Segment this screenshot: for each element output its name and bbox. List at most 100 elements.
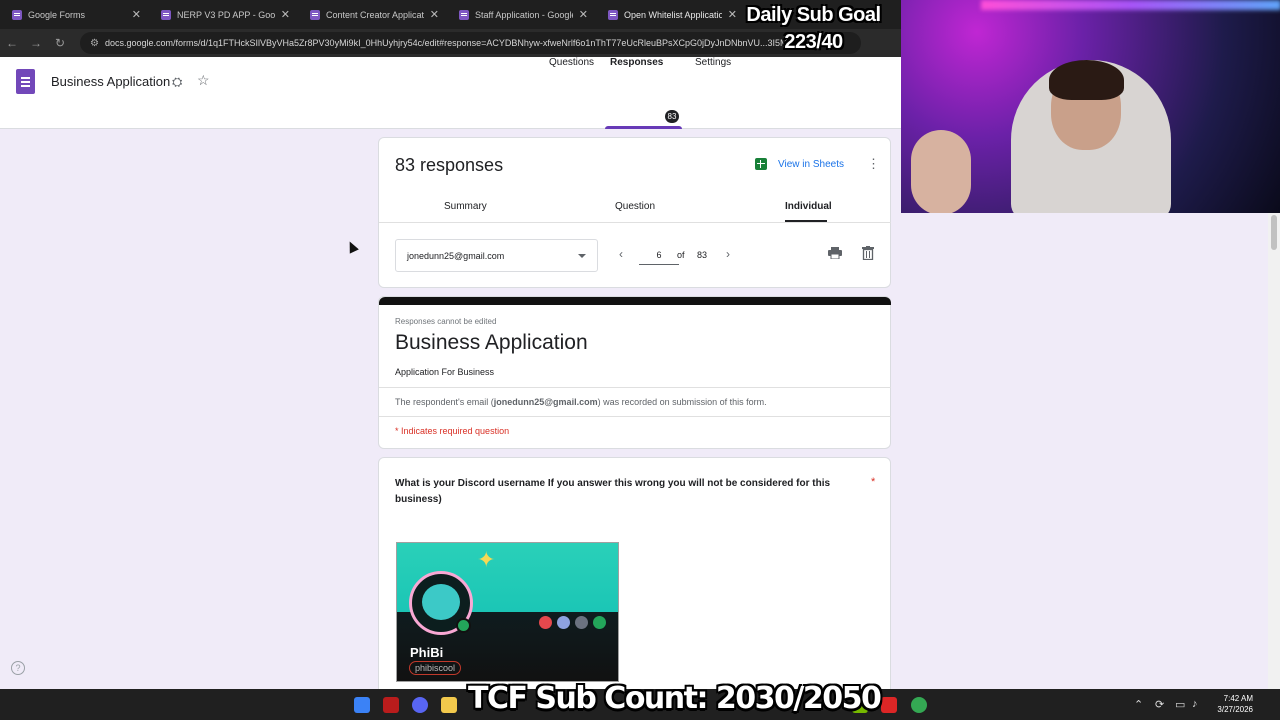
email-recorded-note: The respondent's email (jonedunn25@gmail… bbox=[395, 397, 767, 407]
profile-username: phibiscool bbox=[409, 661, 462, 675]
more-vert-icon[interactable]: ⋮ bbox=[867, 156, 880, 172]
question-card: What is your Discord username If you ans… bbox=[378, 457, 891, 697]
question-text: What is your Discord username If you ans… bbox=[395, 478, 831, 505]
tab-title: NERP V3 PD APP - Google F... bbox=[177, 9, 275, 20]
view-in-sheets-link[interactable]: View in Sheets bbox=[778, 159, 844, 170]
avatar bbox=[409, 571, 473, 635]
volume-icon[interactable]: ♪ bbox=[1192, 698, 1198, 710]
forms-favicon-icon bbox=[459, 9, 469, 20]
pager-total: 83 bbox=[697, 250, 708, 260]
chevron-up-icon[interactable]: ⌃ bbox=[1134, 698, 1143, 711]
delete-icon[interactable] bbox=[862, 246, 874, 260]
clock-time: 7:42 AM bbox=[1223, 694, 1253, 703]
tab-title: Staff Application - Google F... bbox=[475, 9, 573, 20]
browser-tab[interactable]: Content Creator Application ✕ bbox=[298, 0, 447, 29]
response-index-input[interactable]: 6 bbox=[639, 245, 679, 265]
divider bbox=[379, 387, 891, 388]
browser-tab-active[interactable]: Open Whitelist Application ✕ bbox=[596, 0, 745, 29]
forms-favicon-icon bbox=[161, 9, 171, 20]
tab-title: Google Forms bbox=[28, 9, 86, 20]
forward-icon[interactable]: → bbox=[24, 36, 48, 50]
badge-icon bbox=[575, 616, 588, 629]
form-doc-title[interactable]: Business Application bbox=[51, 74, 170, 89]
daily-sub-goal-overlay: Daily Sub Goal 223/40 bbox=[741, 2, 886, 56]
reload-icon[interactable]: ↻ bbox=[48, 36, 72, 50]
close-icon[interactable]: ✕ bbox=[281, 8, 290, 21]
help-icon[interactable]: ? bbox=[11, 661, 25, 675]
form-info-card: Responses cannot be edited Business Appl… bbox=[378, 296, 891, 449]
tab-title: Open Whitelist Application bbox=[624, 9, 722, 20]
goal-title: Daily Sub Goal bbox=[746, 4, 881, 26]
tab-settings[interactable]: Settings bbox=[695, 57, 731, 68]
close-icon[interactable]: ✕ bbox=[728, 8, 737, 21]
clock-date: 3/27/2026 bbox=[1217, 705, 1253, 714]
chrome-icon[interactable] bbox=[911, 697, 927, 713]
active-tab-indicator bbox=[605, 126, 682, 129]
site-info-icon[interactable]: ⚙ bbox=[90, 38, 99, 49]
app-icon[interactable] bbox=[383, 697, 399, 713]
responses-count-badge: 83 bbox=[665, 110, 679, 123]
start-icon[interactable] bbox=[354, 697, 370, 713]
profile-display-name: PhiBi bbox=[410, 645, 444, 660]
folder-icon[interactable] bbox=[441, 697, 457, 713]
app-icon[interactable] bbox=[881, 697, 897, 713]
screen: Google Forms ✕ NERP V3 PD APP - Google F.… bbox=[0, 0, 1280, 720]
person-hair bbox=[1049, 60, 1124, 100]
pager-of-label: of bbox=[677, 250, 685, 260]
sheets-icon[interactable] bbox=[755, 158, 767, 170]
discord-icon[interactable] bbox=[412, 697, 428, 713]
person-hand bbox=[911, 130, 971, 213]
subtab-question[interactable]: Question bbox=[615, 201, 655, 212]
badge-icon bbox=[593, 616, 606, 629]
dropdown-arrow-icon bbox=[578, 254, 586, 258]
scrollbar[interactable] bbox=[1268, 213, 1280, 689]
sparkle-icon: ✦ bbox=[477, 547, 496, 572]
browser-tab[interactable]: Staff Application - Google F... ✕ bbox=[447, 0, 596, 29]
email-note-email: jonedunn25@gmail.com bbox=[493, 397, 598, 407]
forms-favicon-icon bbox=[608, 9, 618, 20]
badge-icon bbox=[539, 616, 552, 629]
scrollbar-thumb[interactable] bbox=[1271, 215, 1277, 250]
email-note-suffix: ) was recorded on submission of this for… bbox=[597, 397, 767, 407]
responses-title: 83 responses bbox=[395, 155, 504, 175]
card-theme-bar bbox=[379, 297, 891, 305]
url-text: docs.google.com/forms/d/1q1FTHckSIlVByVH… bbox=[104, 38, 788, 48]
form-title: Business Application bbox=[395, 331, 588, 354]
badge-icon bbox=[557, 616, 570, 629]
led-strip bbox=[981, 0, 1280, 10]
subtab-individual[interactable]: Individual bbox=[785, 201, 832, 212]
system-clock[interactable]: 7:42 AM 3/27/2026 bbox=[1205, 693, 1253, 715]
email-note-prefix: The respondent's email ( bbox=[395, 397, 494, 407]
prev-response-icon[interactable]: ‹ bbox=[619, 247, 623, 261]
tab-responses[interactable]: Responses bbox=[610, 57, 663, 68]
sync-icon[interactable]: ⟳ bbox=[1155, 698, 1164, 711]
close-icon[interactable]: ✕ bbox=[132, 8, 141, 21]
required-star: * bbox=[871, 476, 876, 488]
forms-logo-icon[interactable] bbox=[16, 69, 35, 94]
browser-tab[interactable]: Google Forms ✕ bbox=[0, 0, 149, 29]
close-icon[interactable]: ✕ bbox=[579, 8, 588, 21]
star-icon[interactable]: ☆ bbox=[197, 72, 210, 89]
network-icon[interactable]: ▭ bbox=[1175, 698, 1185, 711]
print-icon[interactable] bbox=[828, 247, 842, 259]
back-icon[interactable]: ← bbox=[0, 36, 24, 50]
webcam-feed bbox=[901, 0, 1280, 213]
forms-favicon-icon bbox=[12, 9, 22, 20]
responses-card: 83 responses View in Sheets ⋮ Summary Qu… bbox=[378, 137, 891, 288]
forms-favicon-icon bbox=[310, 9, 320, 20]
respondent-select[interactable]: jonedunn25@gmail.com bbox=[395, 239, 598, 272]
respondent-email: jonedunn25@gmail.com bbox=[407, 251, 505, 261]
response-image[interactable]: ✦ PhiBi phibiscool bbox=[396, 542, 619, 682]
tab-questions[interactable]: Questions bbox=[549, 57, 594, 68]
forms-header: Business Application ⛭ ☆ Questions Respo… bbox=[0, 57, 901, 129]
divider bbox=[379, 416, 891, 417]
browser-tab[interactable]: NERP V3 PD APP - Google F... ✕ bbox=[149, 0, 298, 29]
next-response-icon[interactable]: › bbox=[726, 247, 730, 261]
move-to-drive-icon[interactable]: ⛭ bbox=[172, 74, 182, 90]
goal-value: 223/40 bbox=[784, 31, 843, 53]
form-description: Application For Business bbox=[395, 367, 495, 377]
close-icon[interactable]: ✕ bbox=[430, 8, 439, 21]
divider bbox=[379, 222, 891, 223]
required-note: * Indicates required question bbox=[395, 426, 510, 436]
subtab-summary[interactable]: Summary bbox=[444, 201, 487, 212]
